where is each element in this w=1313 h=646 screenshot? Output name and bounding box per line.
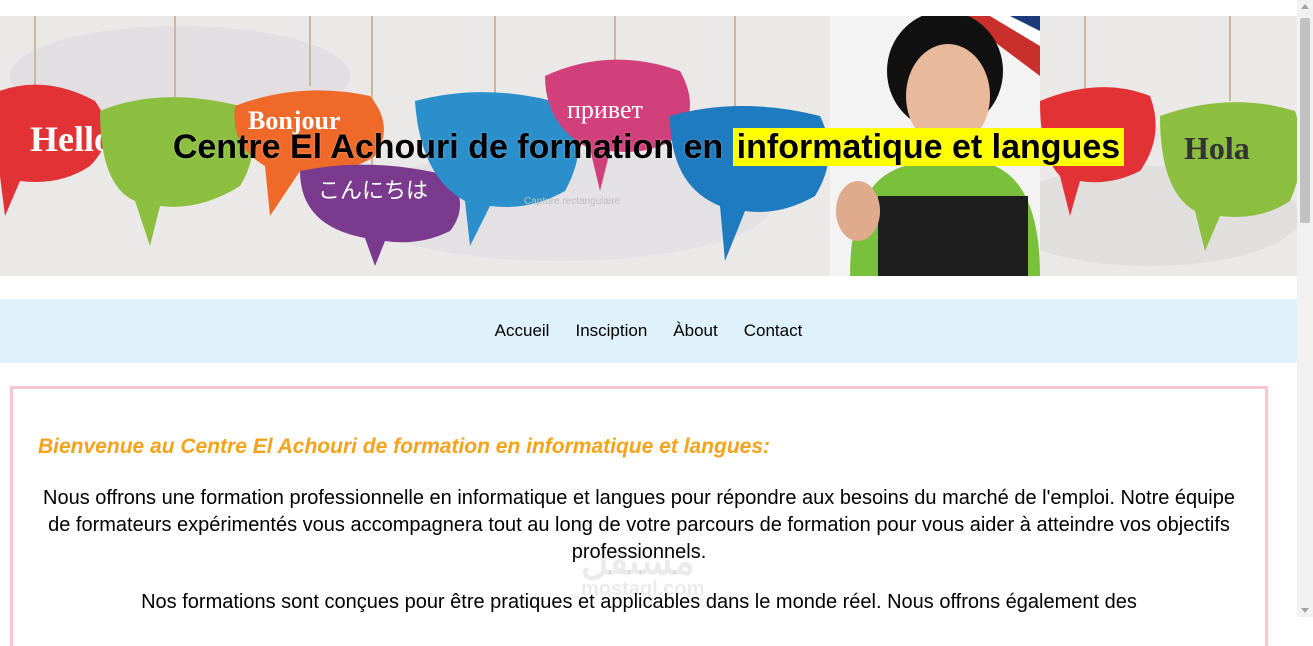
scrollbar-thumb[interactable]	[1300, 18, 1310, 223]
scroll-down-icon[interactable]	[1301, 608, 1309, 613]
training-paragraph: Nos formations sont conçues pour être pr…	[141, 591, 1137, 613]
nav-link-contact[interactable]: Contact	[744, 321, 803, 341]
hero-banner: Hello Bonjour こんにちは привет Hola Centre E…	[0, 16, 1297, 276]
vertical-scrollbar[interactable]	[1297, 0, 1313, 617]
banner-title-main: Centre El Achouri de formation en	[172, 128, 724, 166]
svg-text:привет: привет	[567, 95, 643, 124]
welcome-section: Bienvenue au Centre El Achouri de format…	[10, 386, 1268, 646]
svg-text:こんにちは: こんにちは	[318, 179, 428, 204]
nav-link-accueil[interactable]: Accueil	[495, 321, 550, 341]
main-nav: Accueil Insciption Àbout Contact	[0, 299, 1297, 363]
nav-link-inscription[interactable]: Insciption	[575, 321, 647, 341]
nav-link-about[interactable]: Àbout	[673, 321, 717, 341]
scroll-up-icon[interactable]	[1301, 4, 1309, 9]
banner-title: Centre El Achouri de formation en inform…	[0, 128, 1297, 167]
welcome-heading: Bienvenue au Centre El Achouri de format…	[38, 435, 770, 458]
intro-paragraph: Nous offrons une formation professionnel…	[43, 487, 1235, 563]
banner-title-highlight: informatique et langues	[732, 128, 1125, 166]
banner-caption: Capture rectangulaire	[524, 196, 621, 207]
